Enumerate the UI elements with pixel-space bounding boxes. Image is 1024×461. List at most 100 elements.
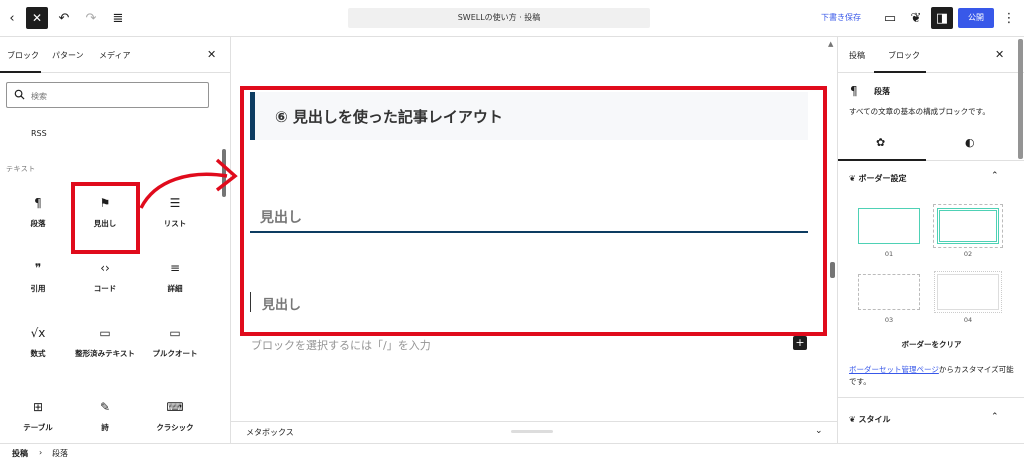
chevron-up-icon[interactable]: ⌃ — [991, 412, 999, 422]
border-manage-link[interactable]: ボーダーセット管理ページ — [849, 365, 939, 374]
block-item[interactable]: ❞ 引用 — [6, 253, 70, 319]
save-draft-button[interactable]: 下書き保存 — [821, 12, 861, 23]
preset-label: 01 — [884, 250, 894, 258]
quote-icon: ❞ — [34, 261, 42, 275]
block-item[interactable]: ⊞ テーブル — [6, 392, 70, 443]
undo-icon[interactable]: ↶ — [53, 7, 75, 29]
keyboard-icon: ⌨ — [166, 400, 184, 414]
block-item-label: コード — [93, 284, 117, 293]
block-item-label: テーブル — [23, 423, 53, 432]
scrollbar[interactable] — [1018, 39, 1023, 159]
block-item-label: 詩 — [101, 423, 109, 432]
scrollbar[interactable] — [830, 262, 835, 278]
top-toolbar: ‹ ✕ ↶ ↷ ≣ SWELLの使い方 · 投稿 下書き保存 ▭ ❦ ◨ 公開 … — [0, 0, 1024, 37]
block-item-label: 整形済みテキスト — [75, 349, 135, 358]
block-item[interactable]: ¶ 段落 — [6, 188, 70, 254]
border-preset-02[interactable] — [933, 204, 1003, 248]
metabox-label: メタボックス — [246, 428, 294, 437]
preset-label: 03 — [884, 316, 894, 324]
add-block-icon[interactable]: + — [793, 336, 807, 350]
tab-media[interactable]: メディア — [99, 50, 130, 61]
chevron-up-icon[interactable]: ⌃ — [991, 171, 999, 181]
preset-label: 02 — [963, 250, 973, 258]
paragraph-placeholder[interactable]: ブロックを選択するには「/」を入力 — [251, 337, 431, 353]
category-heading: テキスト — [6, 165, 36, 173]
preview-icon[interactable]: ▭ — [879, 7, 901, 29]
code-icon: ‹› — [100, 261, 110, 275]
active-tab-indicator — [0, 71, 41, 73]
swell-leaf-icon[interactable]: ❦ — [905, 7, 927, 29]
annotation-arrow-icon — [139, 158, 238, 209]
options-menu-icon[interactable]: ⋮ — [998, 7, 1020, 29]
document-overview-icon[interactable]: ≣ — [107, 7, 129, 29]
search-placeholder: 検索 — [31, 92, 47, 101]
block-item[interactable]: ⌨ クラシック — [143, 392, 207, 443]
breadcrumb-separator-icon: › — [39, 448, 43, 457]
pullquote-icon: ▭ — [169, 326, 181, 340]
block-item[interactable]: ≡ 詳細 — [143, 253, 207, 319]
chevron-down-icon[interactable]: ⌄ — [815, 426, 823, 436]
tab-blocks[interactable]: ブロック — [7, 50, 39, 61]
clear-border-button[interactable]: ボーダーをクリア — [838, 339, 1024, 350]
publish-button[interactable]: 公開 — [958, 8, 994, 28]
scroll-up-icon[interactable]: ▲ — [828, 40, 833, 48]
border-preset-04[interactable] — [934, 271, 1002, 313]
block-item[interactable]: ‹› コード — [73, 253, 137, 319]
tab-block[interactable]: ブロック — [888, 50, 920, 61]
inserter-tabs: ブロック パターン メディア ✕ — [0, 37, 230, 73]
breadcrumb-item[interactable]: 段落 — [52, 448, 68, 459]
swell-leaf-icon: ❦ — [849, 415, 856, 424]
breadcrumb: 投稿 › 段落 — [0, 443, 1024, 461]
contrast-icon[interactable]: ◐ — [965, 136, 975, 149]
active-tab-indicator — [838, 159, 926, 161]
highlight-annotation-box — [71, 182, 140, 254]
block-item-label: リスト — [163, 219, 187, 228]
style-section-label: スタイル — [858, 415, 891, 424]
block-item-label: 段落 — [30, 219, 46, 228]
swell-leaf-icon: ❦ — [849, 174, 856, 183]
table-icon: ⊞ — [32, 400, 44, 414]
border-section-title[interactable]: ❦ ボーダー設定 — [849, 173, 907, 184]
block-item[interactable]: ▭ プルクオート — [143, 318, 207, 384]
search-icon — [14, 89, 25, 100]
sidebar-tabs: 投稿 ブロック ✕ — [838, 37, 1024, 73]
verse-icon: ✎ — [99, 400, 111, 414]
block-item-label: プルクオート — [152, 349, 198, 358]
settings-sidebar: 投稿 ブロック ✕ ¶ 段落 すべての文章の基本の構成ブロックです。 ✿ ◐ ❦… — [837, 37, 1024, 443]
block-item-label: 詳細 — [167, 284, 183, 293]
border-preset-01[interactable] — [858, 208, 920, 244]
close-inserter-button[interactable]: ✕ — [26, 7, 48, 29]
block-item-rss[interactable]: RSS — [31, 129, 47, 138]
redo-icon[interactable]: ↷ — [80, 7, 102, 29]
settings-style-tabs: ✿ ◐ — [838, 125, 1024, 161]
tab-post[interactable]: 投稿 — [849, 50, 865, 61]
block-item[interactable]: ▭ 整形済みテキスト — [73, 318, 137, 384]
tab-patterns[interactable]: パターン — [52, 50, 84, 61]
block-item-label: 数式 — [30, 349, 46, 358]
border-preset-03[interactable] — [858, 274, 920, 310]
search-input[interactable]: 検索 — [6, 82, 209, 108]
metabox-panel[interactable]: メタボックス ⌄ — [231, 421, 837, 443]
math-icon: √x — [30, 326, 46, 340]
breadcrumb-item[interactable]: 投稿 — [12, 448, 28, 459]
preformatted-icon: ▭ — [99, 326, 111, 340]
gear-icon[interactable]: ✿ — [876, 136, 885, 149]
back-icon[interactable]: ‹ — [1, 7, 23, 29]
document-title-bar[interactable]: SWELLの使い方 · 投稿 — [348, 8, 650, 28]
block-item[interactable]: √x 数式 — [6, 318, 70, 384]
active-tab-indicator — [874, 71, 926, 73]
block-card-title: 段落 — [874, 87, 890, 96]
section-divider — [838, 397, 1024, 398]
block-item-label: クラシック — [156, 423, 194, 432]
close-icon[interactable]: ✕ — [207, 48, 216, 61]
resize-handle[interactable] — [511, 430, 553, 433]
border-manage-note: ボーダーセット管理ページからカスタマイズ可能です。 — [849, 364, 1014, 388]
block-item-label: 引用 — [30, 284, 46, 293]
style-section-title[interactable]: ❦ スタイル — [849, 414, 891, 425]
block-item[interactable]: ✎ 詩 — [73, 392, 137, 443]
settings-sidebar-icon[interactable]: ◨ — [931, 7, 953, 29]
paragraph-icon: ¶ — [850, 84, 858, 98]
close-icon[interactable]: ✕ — [995, 48, 1004, 61]
paragraph-icon: ¶ — [34, 196, 42, 210]
border-section-label: ボーダー設定 — [858, 174, 907, 183]
